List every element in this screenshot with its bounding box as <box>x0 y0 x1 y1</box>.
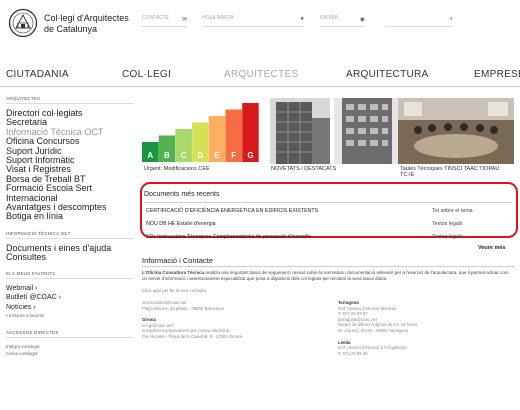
energy-letter-f: F <box>231 151 236 160</box>
girona-line2: Pia Almoina - Plaça de la Catedral, 8 - … <box>142 333 242 339</box>
main-nav: CIUTADANIA COL·LEGI ARQUITECTES ARQUITEC… <box>0 65 520 83</box>
sidebar: ARQUITECTES Directori col·legiats Secret… <box>6 96 134 357</box>
taules-caption[interactable]: Taules Tècniques TINSCI TAAC TIOPAU TC-I… <box>400 166 499 178</box>
sidebar-heading-directes: ACCESSOS DIRECTES <box>6 330 134 339</box>
favorite-webmail[interactable]: Webmail › <box>6 284 134 294</box>
sidebar-item-consultes[interactable]: Consultes <box>6 252 134 262</box>
document-row[interactable]: NOU DB HE Estalvi d'energia Textos legal… <box>144 220 512 230</box>
tarragona-title: Tarragona <box>338 300 359 305</box>
nav-divider <box>0 86 520 87</box>
document-title[interactable]: SPs Instruccions Tècniques Complementàri… <box>146 234 311 240</box>
consult-link[interactable]: Clica aquí per fer la teva consulta <box>142 288 206 294</box>
org-name[interactable]: Col·legi d'Arquitectes de Catalunya <box>44 13 134 35</box>
info-contact-title: Informació i Contacte <box>142 256 213 265</box>
energy-letter-e: E <box>214 151 220 160</box>
document-category[interactable]: Tot sobre el tema <box>432 208 473 214</box>
org-name-line2: de Catalunya <box>44 24 98 34</box>
building-photo-1[interactable] <box>270 98 330 164</box>
coac-logo-icon[interactable] <box>8 8 38 38</box>
energy-rating-graphic: A B C D E F G <box>142 103 259 162</box>
nav-collegi[interactable]: COL·LEGI <box>122 69 171 80</box>
info-divider <box>142 266 514 267</box>
nav-empreses[interactable]: EMPRESES <box>474 69 520 80</box>
tarragona-address: St. Llorenç, 20-22 - 43003 Tarragona <box>338 327 409 333</box>
see-more-link[interactable]: Veure més <box>478 245 506 251</box>
energy-rating-thumb[interactable]: A B C D E F G <box>142 98 260 164</box>
featured-thumbnails: A B C D E F G Urgent: Modificacions CEE NOVETA… <box>142 98 514 186</box>
site-header: Col·legi d'Arquitectes de Catalunya CONT… <box>0 0 520 45</box>
meeting-photo[interactable] <box>398 98 514 164</box>
direct-link-cerca[interactable]: Cerca contingut <box>6 350 134 357</box>
nav-arquitectura[interactable]: ARQUITECTURA <box>346 69 429 80</box>
search-input[interactable]: ⌕ <box>385 15 453 27</box>
language-selector[interactable]: IDIOMA ◉ <box>320 15 365 27</box>
user-icon: ● <box>300 16 304 22</box>
tarragona-lleida-contact: Tarragona SAT (Servei d'Atenció tècnica)… <box>338 300 514 356</box>
building-photo-2-image <box>334 98 398 164</box>
contact-label: CONTACTE <box>142 15 170 21</box>
direct-link-integra[interactable]: Intègra contingut <box>6 343 134 350</box>
sidebar-item-botiga[interactable]: Botiga en línia <box>6 212 134 222</box>
lleida-phone: T. 973 22 89 36 <box>338 350 368 356</box>
taules-caption-line1: Taules Tècniques TINSCI TAAC TIOPAU <box>400 166 500 172</box>
document-row[interactable]: SPs Instruccions Tècniques Complementàri… <box>144 233 512 243</box>
recent-documents-title: Documents més recents <box>144 191 220 198</box>
add-favorite-link[interactable]: ▪ Incloure a favorits <box>6 312 134 319</box>
document-title[interactable]: CERTIFICACIÓ D'EFICIÈNCIA ENERGÈTICA EN … <box>146 208 318 214</box>
language-label: IDIOMA <box>320 15 338 21</box>
energy-thumb-caption[interactable]: Urgent: Modificacions CEE <box>144 166 210 172</box>
login-field[interactable]: HOLA MARTA ● <box>202 15 304 27</box>
barcelona-contact: octconsultes@coac.net Plaça Nova 5, 4a p… <box>142 300 312 340</box>
taules-caption-line2: TC-IE <box>400 172 415 178</box>
girona-title: Girona <box>142 317 156 323</box>
barcelona-address: Plaça Nova 5, 4a planta · 08002 Barcelon… <box>142 305 224 311</box>
meeting-photo-image <box>398 98 514 164</box>
document-category[interactable]: Textos legals <box>432 221 463 227</box>
info-description-bold: L'Oficina Consultora Tècnica <box>142 270 205 275</box>
document-title[interactable]: NOU DB HE Estalvi d'energia <box>146 221 216 227</box>
nav-arquitectes[interactable]: ARQUITECTES <box>224 69 298 80</box>
building-photo-1-image <box>270 98 330 164</box>
novetats-caption[interactable]: NOVETATS i DESTACATS <box>271 166 336 172</box>
favorite-noticies[interactable]: Notícies › <box>6 303 134 313</box>
document-row[interactable]: CERTIFICACIÓ D'EFICIÈNCIA ENERGÈTICA EN … <box>144 207 512 217</box>
lleida-title: Lleida <box>338 339 351 345</box>
energy-letter-c: C <box>181 151 187 160</box>
sidebar-heading-tecnica: INFORMACIÓ TÈCNICA OCT <box>6 231 134 239</box>
sidebar-heading-arquitectes: ARQUITECTES <box>6 96 134 104</box>
recent-documents-divider <box>144 202 512 203</box>
info-description: L'Oficina Consultora Tècnica realitza un… <box>142 270 514 282</box>
globe-icon: ◉ <box>359 17 365 23</box>
building-photo-2[interactable] <box>334 98 398 164</box>
favorite-butlleti[interactable]: Butlletí @COAC › <box>6 293 134 303</box>
search-icon: ⌕ <box>449 16 453 22</box>
energy-letter-g: G <box>247 151 253 160</box>
energy-letter-a: A <box>147 151 153 160</box>
org-name-line1: Col·legi d'Arquitectes <box>44 13 129 23</box>
contact-link[interactable]: CONTACTE ✉ <box>142 15 187 27</box>
login-label: HOLA MARTA <box>202 15 234 21</box>
energy-letter-b: B <box>164 151 170 160</box>
energy-letter-d: D <box>197 151 203 160</box>
mail-icon: ✉ <box>181 17 187 23</box>
nav-ciutadania[interactable]: CIUTADANIA <box>6 69 69 80</box>
document-category[interactable]: Textos legals <box>432 234 463 240</box>
sidebar-heading-favorits: ELS MEUS FAVORITS <box>6 271 134 279</box>
